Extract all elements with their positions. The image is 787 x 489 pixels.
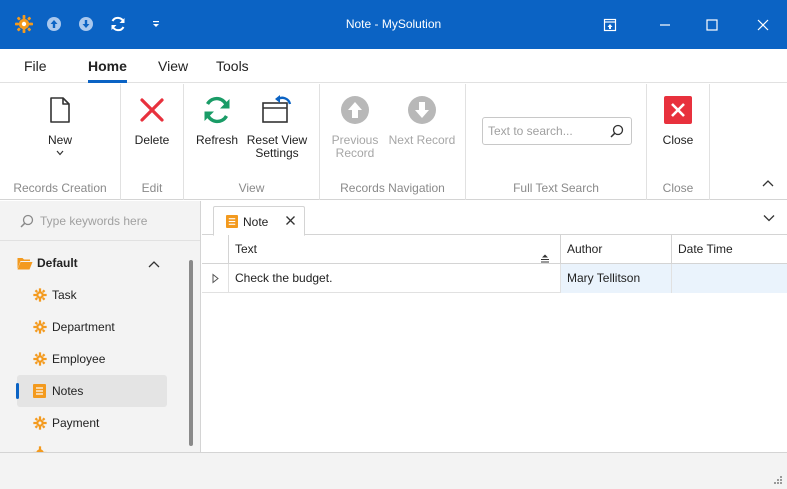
close-button[interactable]: Close: [656, 92, 700, 147]
selection-indicator: [16, 383, 19, 399]
delete-x-icon: [134, 92, 170, 128]
nav-item-payment[interactable]: Payment: [17, 407, 167, 439]
tab-view[interactable]: View: [158, 49, 188, 83]
ribbon-tab-bar: File Home View Tools: [0, 49, 787, 83]
note-icon: [226, 215, 238, 231]
cell-author[interactable]: Mary Tellitson: [561, 264, 672, 293]
tab-file[interactable]: File: [24, 49, 47, 83]
close-button-label: Close: [662, 133, 694, 147]
chevron-down-icon[interactable]: [763, 211, 775, 225]
new-document-icon: [42, 92, 78, 128]
content-area: Note Text Author Date Time Check the bud…: [202, 201, 787, 452]
arrow-up-circle-icon: [337, 92, 373, 128]
nav-item-employee[interactable]: Employee: [17, 343, 167, 375]
nav-item-label: Task: [52, 288, 77, 302]
refresh-button-label: Refresh: [195, 133, 239, 147]
collapse-ribbon-chevron-up-icon[interactable]: [759, 176, 777, 190]
group-label-full-text-search: Full Text Search: [513, 181, 599, 195]
group-label-records-creation: Records Creation: [13, 181, 107, 195]
nav-group-label: Default: [37, 256, 78, 270]
column-header-date-time[interactable]: Date Time: [672, 235, 787, 264]
delete-button[interactable]: Delete: [130, 92, 174, 147]
column-header-label: Text: [235, 242, 258, 256]
close-window-button[interactable]: [740, 0, 786, 49]
nav-item-task[interactable]: Task: [17, 279, 167, 311]
nav-scrollbar[interactable]: [189, 260, 193, 446]
group-edit: Delete Edit: [121, 84, 184, 200]
group-records-creation: New Records Creation: [0, 84, 121, 200]
nav-item-department[interactable]: Department: [17, 311, 167, 343]
tab-tools[interactable]: Tools: [216, 49, 249, 83]
tab-note-label: Note: [243, 215, 269, 229]
group-label-view: View: [238, 181, 265, 195]
title-bar: Note - MySolution: [0, 0, 787, 49]
row-indicator-header: [202, 235, 229, 264]
folder-open-icon: [17, 257, 33, 273]
nav-item-label: Department: [52, 320, 115, 334]
column-header-author[interactable]: Author: [561, 235, 672, 264]
restore-layout-icon[interactable]: [587, 0, 633, 49]
close-icon[interactable]: [285, 215, 296, 229]
next-record-label: Next Record: [388, 133, 456, 147]
group-label-records-navigation: Records Navigation: [340, 181, 445, 195]
new-button-label: New: [47, 133, 72, 147]
nav-group-default[interactable]: Default: [17, 251, 177, 275]
grid-header: Text Author Date Time: [202, 235, 787, 264]
tab-note[interactable]: Note: [213, 206, 305, 236]
previous-record-button[interactable]: Previous Record: [330, 92, 380, 160]
full-text-search-box[interactable]: [482, 117, 632, 145]
row-expand-icon[interactable]: [202, 264, 229, 293]
business-object-gear-icon: [33, 352, 47, 369]
chevron-up-icon[interactable]: [148, 257, 160, 271]
nav-item-label: Payment: [52, 416, 100, 430]
nav-divider: [0, 240, 200, 241]
tab-home[interactable]: Home: [88, 49, 127, 83]
search-icon: [20, 214, 34, 231]
business-object-gear-icon: [33, 288, 47, 305]
nav-search-box[interactable]: [12, 209, 192, 233]
group-label-edit: Edit: [141, 181, 163, 195]
reset-view-label-line2: Settings: [255, 146, 299, 160]
search-icon[interactable]: [610, 124, 624, 141]
group-label-close: Close: [662, 181, 694, 195]
minimize-button[interactable]: [642, 0, 688, 49]
chevron-down-icon: [38, 147, 82, 159]
nav-search-input[interactable]: [40, 212, 190, 230]
resize-grip-icon[interactable]: [774, 473, 782, 487]
nav-item-label: Employee: [52, 352, 106, 366]
group-close: Close Close: [647, 84, 710, 200]
ribbon: New Records Creation Delete Edit Refresh: [0, 84, 787, 200]
note-icon: [33, 384, 46, 401]
nav-item-label: Notes: [52, 384, 84, 398]
navigation-panel: Default Task Department Employee Notes P…: [0, 201, 201, 452]
group-full-text-search: Full Text Search: [466, 84, 647, 200]
reset-view-icon: [259, 92, 295, 128]
previous-record-label-line2: Record: [335, 146, 375, 160]
business-object-gear-icon: [33, 416, 47, 433]
table-row[interactable]: Check the budget. Mary Tellitson: [202, 264, 787, 293]
delete-button-label: Delete: [134, 133, 170, 147]
cell-date-time[interactable]: [672, 264, 787, 293]
reset-view-settings-button[interactable]: Reset View Settings: [246, 92, 308, 160]
cell-text[interactable]: Check the budget.: [229, 264, 561, 293]
status-bar: [0, 452, 787, 489]
arrow-down-circle-icon: [404, 92, 440, 128]
document-tab-strip: Note: [202, 201, 787, 236]
business-object-gear-icon: [33, 320, 47, 337]
close-square-icon: [660, 92, 696, 128]
next-record-button[interactable]: Next Record: [386, 92, 458, 147]
column-header-text[interactable]: Text: [229, 235, 561, 264]
nav-item-notes[interactable]: Notes: [16, 375, 167, 407]
full-text-search-input[interactable]: [488, 122, 606, 140]
maximize-button[interactable]: [689, 0, 735, 49]
refresh-icon: [199, 92, 235, 128]
group-records-navigation: Previous Record Next Record Records Navi…: [320, 84, 466, 200]
group-view: Refresh Reset View Settings View: [184, 84, 320, 200]
new-button[interactable]: New: [38, 92, 82, 159]
refresh-button[interactable]: Refresh: [194, 92, 240, 147]
